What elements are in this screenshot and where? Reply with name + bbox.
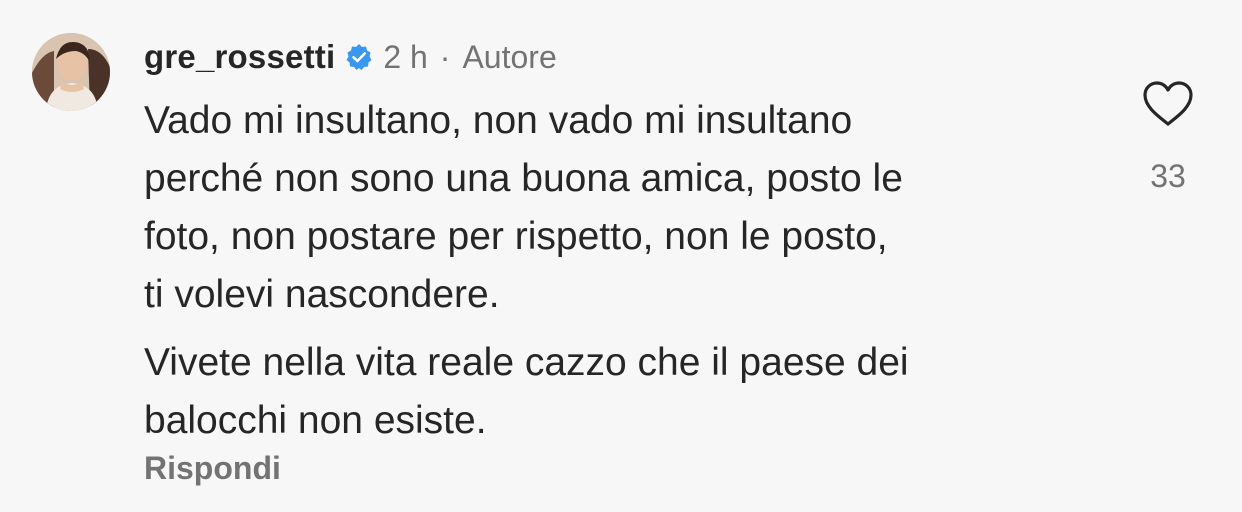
like-count: 33 [1150,158,1186,194]
comment-paragraph: Vivete nella vita reale cazzo che il pae… [144,341,909,442]
reply-button[interactable]: Rispondi [144,450,281,487]
avatar-image [32,33,110,111]
comment-header: gre_rossetti 2 h · Autore [144,34,557,80]
like-button[interactable] [1141,80,1195,128]
username[interactable]: gre_rossetti [144,38,335,76]
comment-time: 2 h [383,38,428,75]
comment: gre_rossetti 2 h · Autore Vado mi insult… [0,0,1242,512]
heart-outline-icon [1143,81,1193,126]
avatar[interactable] [32,33,110,111]
comment-text: Vado mi insultano, non vado mi insultano… [144,92,1104,450]
comment-paragraph: Vado mi insultano, non vado mi insultano… [144,99,903,316]
author-tag: Autore [462,38,557,75]
meta-separator: · [439,38,451,75]
verified-badge-icon [345,43,373,71]
